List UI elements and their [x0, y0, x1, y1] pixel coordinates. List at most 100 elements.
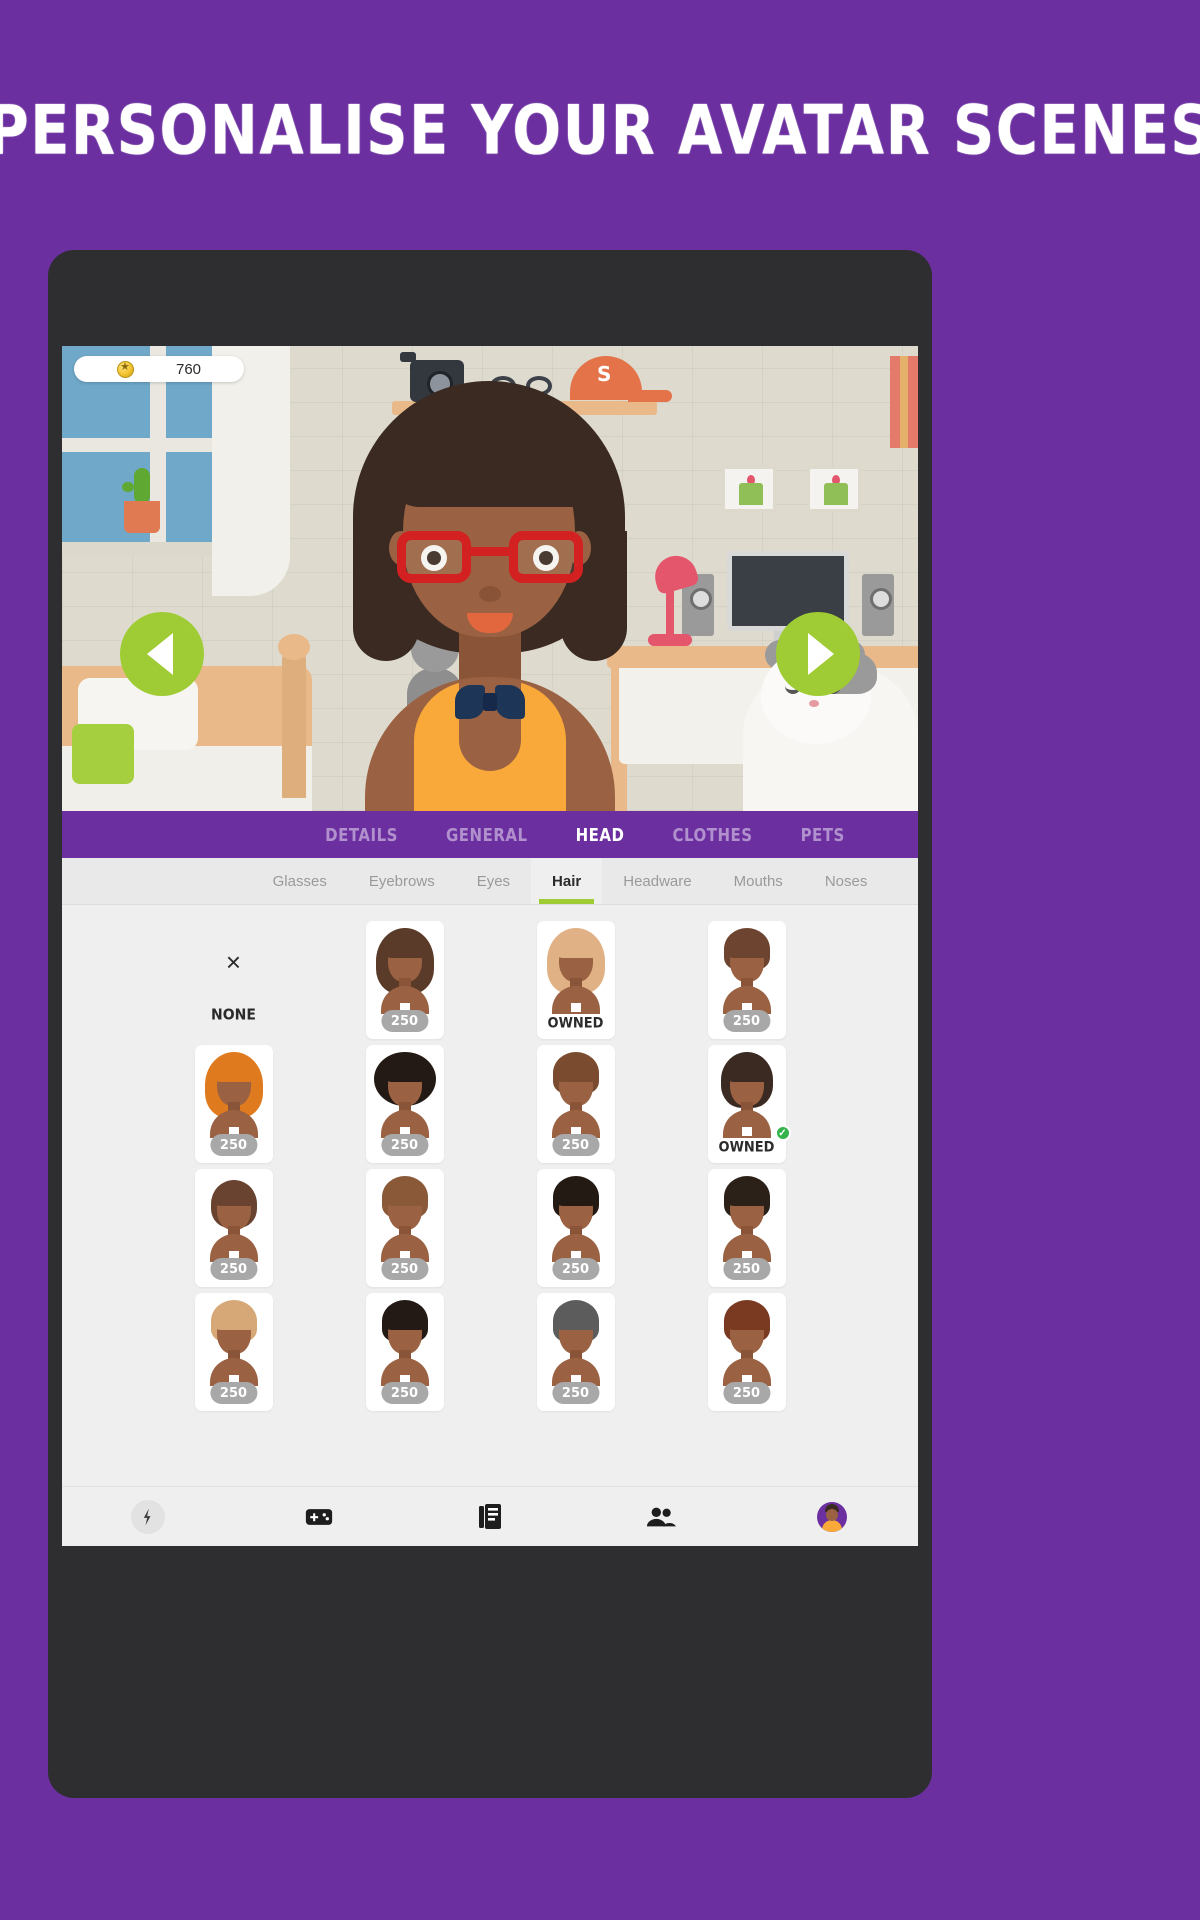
sub-tab-noses[interactable]: Noses — [804, 858, 889, 904]
nav-item-friends[interactable] — [616, 1494, 706, 1540]
avatar-glasses — [397, 531, 583, 585]
item-card-hair-9[interactable]: 250 — [365, 1169, 444, 1287]
category-tab-details[interactable]: DETAILS — [325, 824, 398, 845]
owned-label: OWNED — [718, 1139, 775, 1156]
item-preview-avatar — [716, 1050, 778, 1138]
page-root: PERSONALISE YOUR AVATAR SCENES S ★ 760 D… — [0, 0, 1200, 1920]
price-badge: 250 — [380, 1382, 429, 1404]
item-preview-avatar — [374, 1174, 436, 1262]
item-preview-avatar — [374, 1298, 436, 1386]
chevron-right-icon — [807, 632, 834, 675]
item-card-hair-2[interactable]: OWNED — [536, 921, 615, 1039]
item-card-hair-8[interactable]: 250 — [194, 1169, 273, 1287]
bottom-navigation — [62, 1486, 918, 1546]
item-card-hair-11[interactable]: 250 — [707, 1169, 786, 1287]
bookshelf — [890, 356, 918, 448]
item-preview-avatar — [374, 926, 436, 1014]
coin-counter[interactable]: 760 — [74, 356, 244, 382]
nav-item-games[interactable] — [274, 1494, 364, 1540]
price-badge: 250 — [722, 1258, 771, 1280]
grid-cell: OWNED — [509, 921, 642, 1039]
avatar-profile-icon — [817, 1501, 848, 1532]
grid-cell: 250 — [680, 1169, 813, 1287]
item-card-hair-10[interactable]: 250 — [536, 1169, 615, 1287]
item-card-hair-12[interactable]: 250 — [194, 1293, 273, 1411]
grid-cell: 250 — [509, 1045, 642, 1163]
item-preview-avatar — [373, 1050, 436, 1138]
sub-tab-eyes[interactable]: Eyes — [456, 858, 531, 904]
price-badge: 250 — [209, 1382, 258, 1404]
grid-cell: 250 — [167, 1169, 300, 1287]
item-card-hair-4[interactable]: 250 — [194, 1045, 273, 1163]
people-icon — [647, 1507, 677, 1526]
item-preview-avatar — [545, 1174, 607, 1262]
grid-cell: × NONE — [167, 921, 300, 1039]
price-badge: 250 — [209, 1134, 258, 1156]
item-grid-area: × NONE 250 OWNED 250 250 250 250 OWNED ✓ 250 250 250… — [62, 905, 918, 1475]
price-badge: 250 — [209, 1258, 258, 1280]
item-preview-avatar — [203, 1174, 265, 1262]
nav-item-feed[interactable] — [445, 1494, 535, 1540]
item-preview-avatar — [203, 1050, 265, 1138]
grid-cell: 250 — [680, 921, 813, 1039]
grid-cell: 250 — [338, 1293, 471, 1411]
item-card-hair-3[interactable]: 250 — [707, 921, 786, 1039]
item-card-hair-13[interactable]: 250 — [365, 1293, 444, 1411]
sub-tab-headware[interactable]: Headware — [602, 858, 712, 904]
cactus-plant — [134, 468, 150, 504]
none-label: NONE — [211, 1006, 256, 1024]
coin-value: 760 — [175, 360, 202, 378]
category-tab-pets[interactable]: PETS — [801, 824, 845, 845]
item-card-none[interactable]: × NONE — [195, 921, 273, 1039]
item-preview-avatar — [716, 1174, 778, 1262]
category-tab-general[interactable]: GENERAL — [446, 824, 528, 845]
nav-item-timeline[interactable] — [103, 1494, 193, 1540]
game-controller-icon — [305, 1508, 332, 1525]
price-badge: 250 — [380, 1134, 429, 1156]
sub-tab-bar: Glasses Eyebrows Eyes Hair Headware Mouths Nos… — [62, 858, 918, 905]
grid-cell: 250 — [167, 1293, 300, 1411]
grid-cell: 250 — [338, 1169, 471, 1287]
item-preview-avatar — [716, 926, 778, 1014]
item-card-hair-7[interactable]: OWNED ✓ — [707, 1045, 791, 1163]
next-scene-arrow[interactable] — [776, 611, 860, 696]
clock-lightning-icon — [130, 1499, 165, 1534]
item-preview-avatar — [203, 1298, 265, 1386]
item-card-hair-14[interactable]: 250 — [536, 1293, 615, 1411]
price-badge: 250 — [551, 1382, 600, 1404]
cactus-pot — [124, 501, 160, 533]
item-preview-avatar — [716, 1298, 778, 1386]
lamp-arm — [666, 586, 674, 638]
category-tab-head[interactable]: HEAD — [576, 824, 625, 845]
item-preview-avatar — [545, 1050, 607, 1138]
grid-cell: 250 — [680, 1293, 813, 1411]
nav-item-profile[interactable] — [787, 1494, 877, 1540]
item-card-hair-6[interactable]: 250 — [536, 1045, 615, 1163]
app-screen: S ★ 760 DETAILS GENERAL HEAD CLOTHES PET… — [62, 346, 918, 1546]
item-card-hair-15[interactable]: 250 — [707, 1293, 786, 1411]
category-tab-bar: DETAILS GENERAL HEAD CLOTHES PETS — [62, 811, 918, 858]
curtain — [212, 346, 290, 596]
cactus-arm — [122, 482, 134, 492]
close-x-icon: × — [225, 947, 242, 977]
grid-cell: OWNED ✓ — [680, 1045, 813, 1163]
category-tab-clothes[interactable]: CLOTHES — [672, 824, 752, 845]
page-headline: PERSONALISE YOUR AVATAR SCENES — [0, 92, 1200, 171]
price-badge: 250 — [551, 1134, 600, 1156]
sub-tab-glasses[interactable]: Glasses — [252, 858, 348, 904]
previous-scene-arrow[interactable] — [120, 611, 204, 696]
sub-tab-hair[interactable]: Hair — [531, 858, 603, 904]
sub-tab-eyebrows[interactable]: Eyebrows — [348, 858, 456, 904]
main-avatar — [345, 381, 635, 811]
wall-photo-2 — [807, 466, 861, 512]
grid-cell: 250 — [338, 1045, 471, 1163]
price-badge: 250 — [380, 1258, 429, 1280]
item-card-hair-5[interactable]: 250 — [365, 1045, 444, 1163]
item-card-hair-1[interactable]: 250 — [365, 921, 444, 1039]
avatar-bowtie — [455, 685, 525, 719]
grid-cell: 250 — [509, 1169, 642, 1287]
sub-tab-mouths[interactable]: Mouths — [713, 858, 804, 904]
avatar-scene[interactable]: S ★ 760 — [62, 346, 918, 811]
device-frame: S ★ 760 DETAILS GENERAL HEAD CLOTHES PET… — [48, 250, 932, 1798]
grid-cell: 250 — [509, 1293, 642, 1411]
